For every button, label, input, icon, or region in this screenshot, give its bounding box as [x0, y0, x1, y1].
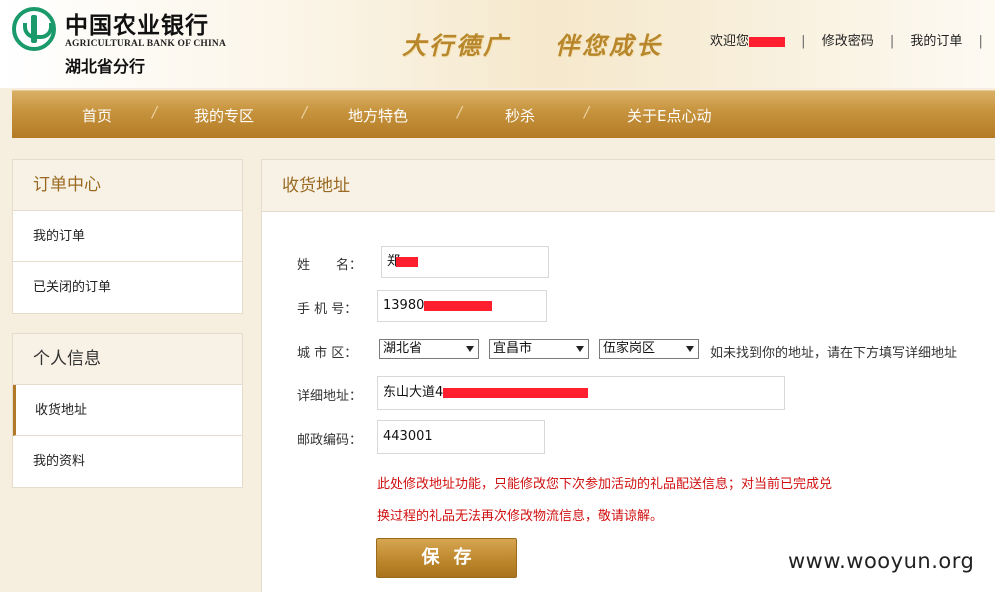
- nav-divider: /: [457, 103, 463, 121]
- slogan-part-1: 大行德广: [402, 31, 510, 60]
- notice-line-2: 换过程的礼品无法再次修改物流信息，敬请谅解。: [377, 509, 664, 524]
- address-label: 详细地址：: [297, 389, 363, 404]
- name-label: 姓 名：: [297, 258, 363, 273]
- divider: |: [801, 34, 806, 49]
- logo-name-cn[interactable]: 中国农业银行: [65, 6, 209, 40]
- city-value: 宜昌市: [493, 341, 533, 356]
- divider: |: [978, 34, 983, 49]
- nav-item-flash-sale[interactable]: 秒杀: [505, 105, 535, 126]
- sidebar-item-shipping-address[interactable]: 收货地址: [13, 385, 242, 436]
- nav-item-local-specialty[interactable]: 地方特色: [348, 105, 408, 126]
- redacted-phone: [424, 300, 493, 311]
- my-orders-link[interactable]: 我的订单: [910, 34, 962, 49]
- page-title: 收货地址: [262, 160, 995, 212]
- name-input[interactable]: 郑: [381, 246, 549, 278]
- change-password-link[interactable]: 修改密码: [822, 34, 874, 49]
- welcome-text: 欢迎您: [710, 34, 750, 49]
- chevron-down-icon: [686, 346, 694, 352]
- postcode-value: 443001: [383, 429, 433, 444]
- nav-item-home[interactable]: 首页: [82, 105, 112, 126]
- save-button[interactable]: 保存: [376, 538, 517, 578]
- region-label: 城 市 区：: [297, 346, 358, 361]
- divider: |: [889, 34, 895, 49]
- province-select[interactable]: 湖北省: [379, 339, 479, 359]
- redacted-username: [749, 36, 786, 47]
- notice-line-1: 此处修改地址功能，只能修改您下次参加活动的礼品配送信息；对当前已完成兑: [377, 477, 833, 492]
- phone-value: 13980: [383, 298, 425, 313]
- phone-label: 手 机 号：: [297, 302, 358, 317]
- sidebar-item-my-orders[interactable]: 我的订单: [13, 211, 242, 262]
- sidebar-title-order-center: 订单中心: [13, 160, 242, 211]
- main-nav-bar: 首页 / 我的专区 / 地方特色 / 秒杀 / 关于E点心动: [12, 90, 995, 138]
- sidebar-title-personal-info: 个人信息: [13, 334, 242, 385]
- nav-divider: /: [302, 103, 308, 121]
- abc-logo-icon[interactable]: [12, 7, 56, 51]
- nav-item-my-zone[interactable]: 我的专区: [194, 105, 254, 126]
- sidebar-personal-info: 个人信息 收货地址 我的资料: [12, 333, 243, 488]
- sidebar-order-center: 订单中心 我的订单 已关闭的订单: [12, 159, 243, 314]
- sidebar-item-my-profile[interactable]: 我的资料: [13, 436, 242, 487]
- redacted-address: [443, 387, 589, 398]
- nav-divider: /: [584, 103, 590, 121]
- slogan-part-2: 伴您成长: [555, 31, 663, 60]
- postcode-label: 邮政编码：: [297, 433, 363, 448]
- nav-divider: /: [152, 103, 158, 121]
- district-select[interactable]: 伍家岗区: [599, 339, 699, 359]
- phone-input[interactable]: 13980: [377, 290, 547, 322]
- top-user-links: 欢迎您 | 修改密码 | 我的订单 | 退: [710, 30, 995, 49]
- address-value: 东山大道4: [383, 385, 444, 400]
- watermark: www.wooyun.org: [788, 549, 975, 573]
- logo-name-en: AGRICULTURAL BANK OF CHINA: [65, 39, 227, 49]
- site-header: 中国农业银行 AGRICULTURAL BANK OF CHINA 湖北省分行 …: [0, 0, 995, 88]
- redacted-name: [396, 256, 419, 267]
- district-value: 伍家岗区: [603, 341, 656, 356]
- postcode-input[interactable]: 443001: [377, 420, 545, 454]
- sidebar-item-closed-orders[interactable]: 已关闭的订单: [13, 262, 242, 313]
- branch-name: 湖北省分行: [65, 57, 146, 76]
- province-value: 湖北省: [383, 341, 423, 356]
- city-select[interactable]: 宜昌市: [489, 339, 589, 359]
- address-input[interactable]: 东山大道4: [377, 376, 785, 410]
- chevron-down-icon: [466, 346, 474, 352]
- nav-item-about[interactable]: 关于E点心动: [627, 105, 711, 126]
- chevron-down-icon: [576, 346, 584, 352]
- region-hint: 如未找到你的地址，请在下方填写详细地址: [710, 346, 958, 361]
